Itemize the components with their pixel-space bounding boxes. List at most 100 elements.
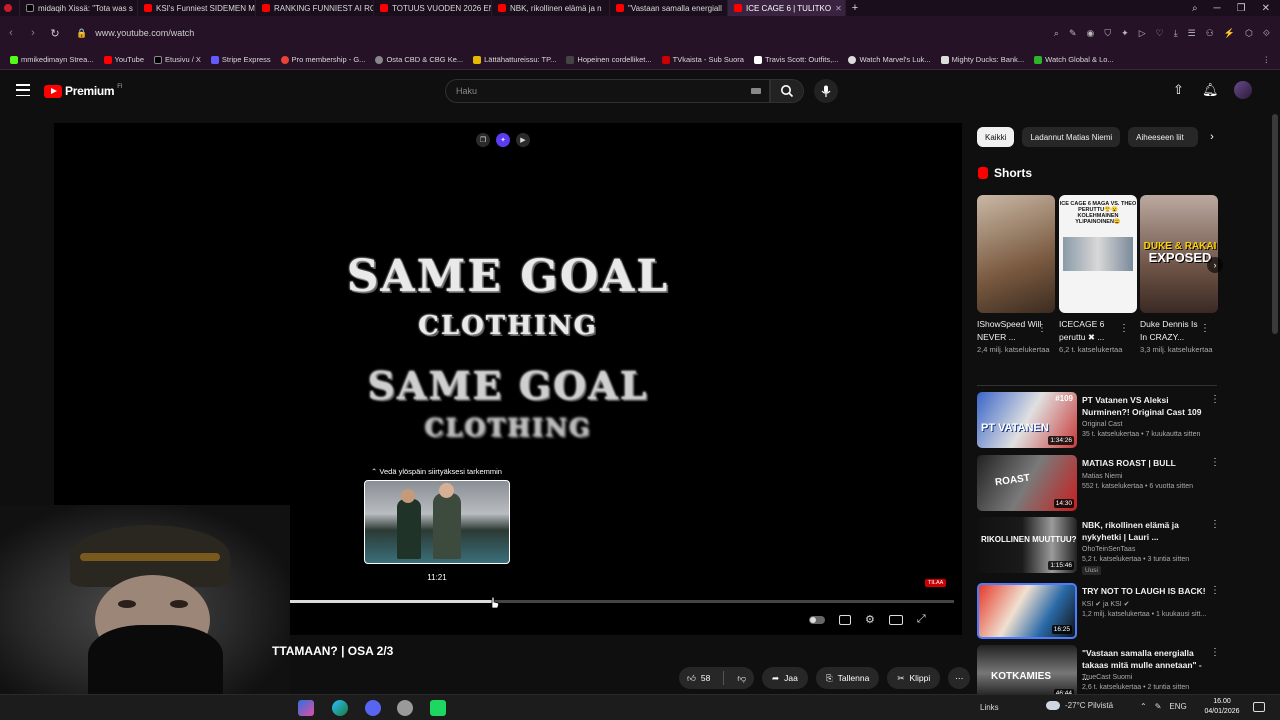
progress-bar[interactable] [254,596,954,609]
bookmark[interactable]: Etusivu / X [150,55,205,64]
copy-icon[interactable]: ❐ [476,133,490,147]
channel-name[interactable]: TrueCast Suomi [1082,673,1210,683]
voice-search-button[interactable] [814,79,838,103]
share-button[interactable]: ➦ Jaa [762,667,808,689]
clock[interactable]: 16.00 04/01/2026 [1200,697,1244,717]
channel-name[interactable]: Matias Niemi [1082,472,1210,482]
dislike-button[interactable]: 👎︎ [729,667,754,689]
copilot-icon[interactable] [298,700,314,716]
browser-tab[interactable]: RANKING FUNNIEST AI RC [256,0,374,16]
browser-tab[interactable]: NBK, rikollinen elämä ja n [492,0,610,16]
shield-icon[interactable]: ⛉ [1104,28,1111,39]
more-icon[interactable]: ⋮ [1200,323,1210,334]
browser-tab[interactable]: TOTUUS VUODEN 2026 EN [374,0,492,16]
download-icon[interactable]: ⤓ [1174,28,1178,39]
more-icon[interactable]: ⋮ [1210,457,1220,468]
clip-button[interactable]: ✂ Klippi [887,667,941,689]
search-icon[interactable]: ⌕ [1054,28,1059,39]
recommendation-item[interactable]: #109 PT VATANEN 1:34:26 PT Vatanen VS Al… [977,392,1222,448]
search-tabs-icon[interactable]: ⌕ [1192,3,1198,14]
short-title[interactable]: IShowSpeed Will NEVER ... [977,318,1043,344]
youtube-premium-logo[interactable]: Premium FI [44,84,123,98]
save-button[interactable]: ⎘ Tallenna [815,667,880,689]
app-icon[interactable] [430,700,446,716]
video-thumbnail[interactable]: #109 PT VATANEN 1:34:26 [977,392,1077,448]
video-title[interactable]: TRY NOT TO LAUGH IS BACK! [1082,585,1210,597]
camera-icon[interactable]: ◉ [1087,28,1095,39]
channel-name[interactable]: OhoTeinSenTaas [1082,545,1210,555]
extension-icon[interactable]: ✦ [1121,28,1129,39]
more-icon[interactable]: ⋮ [1210,394,1220,405]
chip-uploader[interactable]: Ladannut Matias Niemi [1022,127,1121,147]
heart-icon[interactable]: ♡ [1156,28,1164,39]
chevron-right-icon[interactable]: › [1210,131,1214,143]
video-title[interactable]: NBK, rikollinen elämä ja nykyhetki | Lau… [1082,519,1210,543]
recommendation-item[interactable]: ROAST 14:30 MATIAS ROAST | BULL Matias N… [977,455,1222,511]
bookmark[interactable]: YouTube [100,55,148,64]
close-window-icon[interactable]: ✕ [1262,3,1270,14]
subtitles-icon[interactable] [839,614,851,625]
channel-name[interactable]: Original Cast [1082,420,1210,430]
ai-icon[interactable]: ⟐ [1263,28,1270,39]
browser-tab[interactable]: "Vastaan samalla energiall [610,0,728,16]
more-icon[interactable]: ⋮ [1119,323,1129,334]
chevron-up-icon[interactable]: ⌃ [1140,702,1147,711]
opera-logo-icon[interactable] [0,0,20,16]
short-item[interactable]: ICE CAGE 6 MAGA VS. THEO PERUTTU😤😮 KOLEH… [1059,195,1137,355]
close-icon[interactable]: ✕ [835,4,842,13]
maximize-icon[interactable]: ❐ [1237,3,1246,14]
minimize-icon[interactable]: ─ [1214,3,1221,14]
like-button[interactable]: 👍︎ 58 [679,667,718,689]
video-title[interactable]: MATIAS ROAST | BULL [1082,457,1210,469]
bookmark[interactable]: Travis Scott: Outfits,... [750,55,843,64]
fullscreen-icon[interactable]: ⤢ [917,613,926,626]
bookmark[interactable]: Watch Marvel's Luk... [844,55,934,64]
bookmark[interactable]: Watch Global & Lo... [1030,55,1118,64]
bookmark[interactable]: Hopeinen cordelliket... [562,55,655,64]
vpn-icon[interactable]: ⚡ [1224,28,1235,39]
short-title[interactable]: Duke Dennis Is In CRAZY... [1140,318,1206,344]
url-field[interactable]: 🔒 www.youtube.com/watch [70,22,970,44]
bookmark[interactable]: Mighty Ducks: Bank... [937,55,1029,64]
page-scrollbar[interactable] [1272,114,1278,334]
short-thumbnail[interactable]: DUKE & RAKAI EXPOSED [1140,195,1218,313]
bookmark[interactable]: TVkaista - Sub Suora [658,55,748,64]
short-title[interactable]: ICECAGE 6 peruttu ✖ ... [1059,318,1125,344]
short-item[interactable]: DUKE & RAKAI EXPOSED Duke Dennis Is In CR… [1140,195,1218,355]
miniplayer-icon[interactable] [888,614,903,625]
notifications-bell-icon[interactable]: 🔔︎ [1202,82,1219,98]
edit-icon[interactable]: ✎ [1069,28,1077,39]
menu-lines-icon[interactable]: ☰ [1188,28,1196,39]
search-button[interactable] [770,79,804,103]
chevron-right-icon[interactable]: › [1207,257,1223,273]
play-icon[interactable]: ▷ [1139,28,1146,39]
browser-tab[interactable]: KSI's Funniest SIDEMEN M [138,0,256,16]
new-tab-button[interactable]: + [846,2,864,14]
ai-sparkle-icon[interactable]: ✦ [496,133,510,147]
more-icon[interactable]: ⋮ [1210,519,1220,530]
short-thumbnail[interactable] [977,195,1055,313]
more-actions-button[interactable]: ⋯ [948,667,971,689]
video-thumbnail[interactable]: KOTKAMIES 46:44 [977,645,1077,701]
bookmark[interactable]: Stripe Express [207,55,275,64]
chip-all[interactable]: Kaikki [977,127,1015,147]
app-icon[interactable] [397,700,413,716]
settings-gear-icon[interactable]: ⚙ [865,613,875,626]
avatar[interactable] [1234,81,1252,99]
hamburger-menu-icon[interactable] [16,84,30,96]
settings-icon[interactable]: ⬡ [1245,28,1253,39]
more-icon[interactable]: ⋮ [1210,647,1220,658]
recommendation-item[interactable]: KOTKAMIES 46:44 "Vastaan samalla energia… [977,645,1222,701]
notification-icon[interactable] [1253,702,1265,712]
search-input[interactable]: Haku [445,79,770,103]
browser-tab-active[interactable]: ICE CAGE 6 | TULITKO ✕ [728,0,846,16]
browser-tab[interactable]: midaqih Xissä: "Tota was s [20,0,138,16]
language-indicator[interactable]: ENG [1169,702,1186,711]
keyboard-icon[interactable] [751,88,761,94]
video-thumbnail[interactable]: 16:25 [977,583,1077,639]
reload-icon[interactable]: ↻ [44,27,66,40]
forward-icon[interactable]: › [22,27,44,39]
video-thumbnail[interactable]: ROAST 14:30 [977,455,1077,511]
bookmark[interactable]: Lättähattureissu: TP... [469,55,560,64]
weather-widget[interactable]: -27°C Pilvistä [1046,701,1113,710]
